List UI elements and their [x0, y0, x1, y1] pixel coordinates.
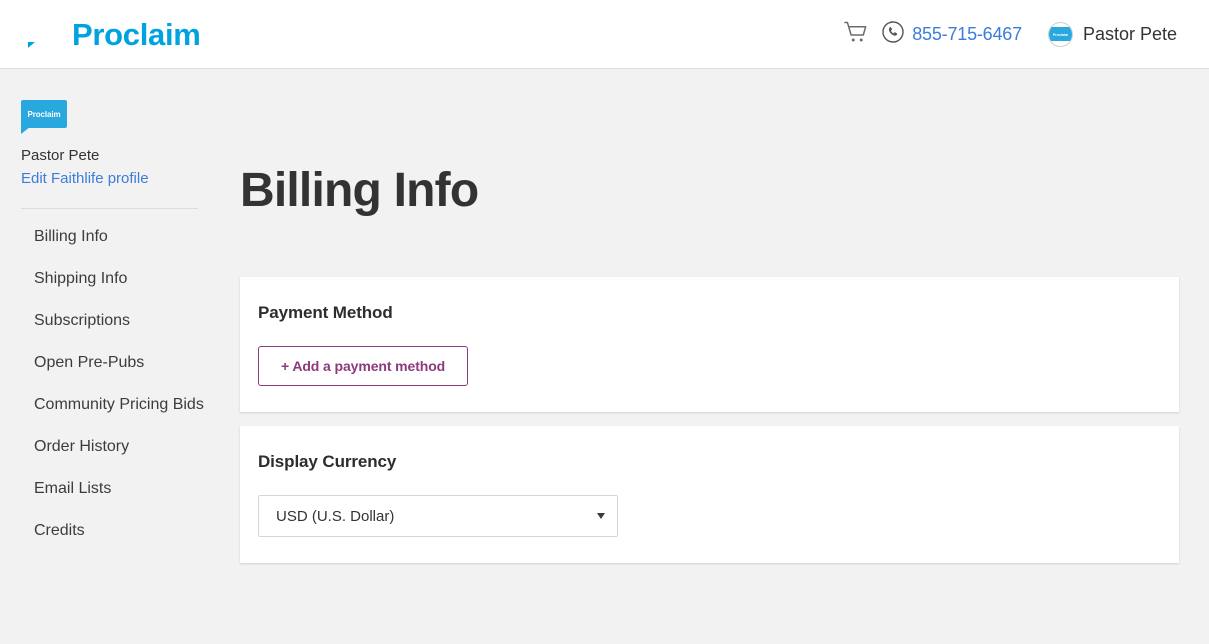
sidebar-item-credits[interactable]: Credits: [21, 520, 228, 542]
sidebar-user-name: Pastor Pete: [21, 147, 100, 164]
sidebar-item-shipping-info[interactable]: Shipping Info: [21, 268, 228, 290]
shopping-cart-icon: [844, 21, 868, 48]
page-title: Billing Info: [240, 164, 479, 217]
avatar-label: Proclaim: [1052, 31, 1069, 37]
avatar: Proclaim: [1047, 21, 1073, 47]
sidebar-logo-label: Proclaim: [27, 109, 61, 119]
phone-number-link[interactable]: 855-715-6467: [882, 20, 1022, 48]
payment-method-card: Payment Method + Add a payment method: [240, 277, 1179, 412]
page-body: Proclaim Pastor Pete Edit Faithlife prof…: [0, 69, 1209, 644]
sidebar-item-open-pre-pubs[interactable]: Open Pre-Pubs: [21, 352, 228, 374]
display-currency-select-wrapper: USD (U.S. Dollar): [258, 495, 618, 537]
shopping-cart-button[interactable]: [836, 14, 876, 54]
payment-method-heading: Payment Method: [258, 303, 393, 322]
sidebar-item-billing-info[interactable]: Billing Info: [21, 226, 228, 248]
proclaim-speech-bubble-icon: [28, 22, 61, 48]
header-user-name: Pastor Pete: [1082, 23, 1177, 44]
add-payment-method-button[interactable]: + Add a payment method: [258, 346, 469, 386]
sidebar: Proclaim Pastor Pete Edit Faithlife prof…: [0, 69, 228, 644]
main-content: Billing Info Payment Method + Add a paym…: [228, 69, 1209, 644]
brand-logo-link[interactable]: Proclaim: [28, 19, 201, 50]
brand-name: Proclaim: [72, 16, 201, 52]
edit-faithlife-profile-link[interactable]: Edit Faithlife profile: [21, 170, 149, 187]
sidebar-nav: Billing Info Shipping Info Subscriptions…: [21, 209, 228, 542]
sidebar-proclaim-logo-icon: Proclaim: [21, 100, 67, 134]
sidebar-item-subscriptions[interactable]: Subscriptions: [21, 310, 228, 332]
phone-circle-icon: [882, 20, 904, 48]
sidebar-item-email-lists[interactable]: Email Lists: [21, 478, 228, 500]
display-currency-card: Display Currency USD (U.S. Dollar): [240, 426, 1179, 563]
header-right-actions: 855-715-6467 Proclaim Pastor Pete: [836, 14, 1177, 54]
sidebar-item-community-pricing-bids[interactable]: Community Pricing Bids: [21, 394, 228, 416]
phone-number-text: 855-715-6467: [912, 23, 1022, 44]
display-currency-select[interactable]: USD (U.S. Dollar): [258, 495, 618, 537]
display-currency-heading: Display Currency: [258, 452, 397, 471]
site-header: Proclaim 855-715-6467 Proclaim Pastor Pe…: [0, 0, 1209, 69]
sidebar-item-order-history[interactable]: Order History: [21, 436, 228, 458]
user-menu-button[interactable]: Proclaim Pastor Pete: [1047, 21, 1177, 47]
